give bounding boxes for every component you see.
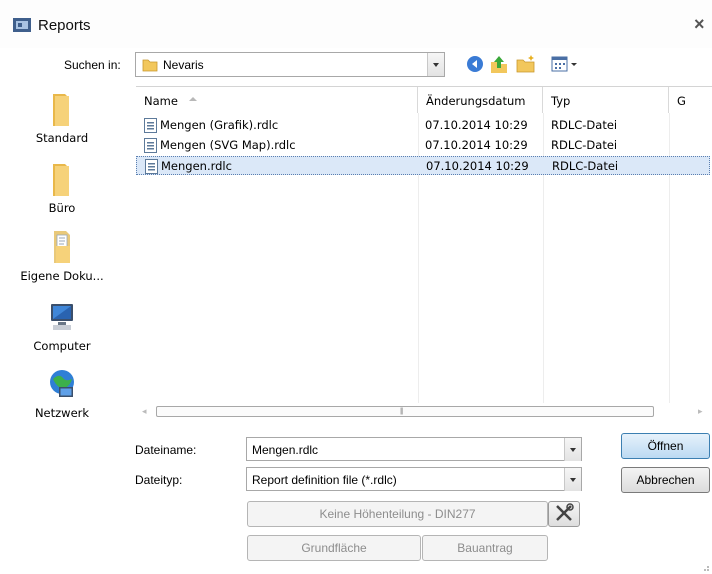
file-list[interactable]: Name Änderungsdatum Typ G Mengen (Grafik…	[136, 86, 712, 421]
new-folder-icon[interactable]	[515, 53, 537, 75]
place-label: Computer	[33, 339, 91, 353]
filetype-label: Dateityp:	[135, 473, 183, 487]
column-header-extra[interactable]: G	[669, 87, 712, 113]
cancel-button[interactable]: Abbrechen	[621, 467, 710, 493]
reports-window-icon	[13, 18, 31, 32]
file-row[interactable]: Mengen (SVG Map).rdlc 07.10.2014 10:29 R…	[136, 136, 710, 155]
place-label: Büro	[48, 201, 76, 215]
rdlc-file-icon	[145, 159, 158, 174]
file-type: RDLC-Datei	[551, 138, 618, 152]
column-date-label: Änderungsdatum	[426, 94, 526, 108]
place-label: Standard	[35, 131, 89, 145]
column-header-date[interactable]: Änderungsdatum	[418, 87, 543, 113]
documents-folder-icon	[54, 231, 70, 263]
rdlc-file-icon	[144, 138, 157, 153]
place-label: Eigene Doku...	[20, 269, 104, 283]
filetype-value: Report definition file (*.rdlc)	[252, 473, 397, 487]
views-menu-icon[interactable]	[548, 53, 584, 75]
scroll-grip-icon: |||	[400, 408, 404, 415]
scroll-left-icon[interactable]: ◂	[142, 406, 147, 417]
filename-value: Mengen.rdlc	[252, 443, 319, 457]
lookin-label: Suchen in:	[64, 58, 121, 72]
window-title: Reports	[38, 17, 91, 34]
places-bar: Standard Büro Eigene Doku... Computer Ne…	[0, 82, 136, 432]
file-type: RDLC-Datei	[552, 159, 619, 173]
horizontal-scrollbar[interactable]: ◂ ||| ▸	[136, 403, 712, 421]
scroll-right-icon[interactable]: ▸	[698, 406, 703, 417]
folder-icon	[53, 164, 69, 196]
column-type-label: Typ	[551, 94, 571, 108]
file-row-selected[interactable]: Mengen.rdlc 07.10.2014 10:29 RDLC-Datei	[136, 156, 710, 175]
title-bar: Reports ×	[0, 0, 712, 48]
file-type: RDLC-Datei	[551, 118, 618, 132]
filetype-combobox[interactable]: Report definition file (*.rdlc)	[246, 467, 582, 491]
place-standard[interactable]: Standard	[0, 88, 124, 145]
network-icon	[50, 370, 74, 397]
tools-icon	[556, 503, 574, 521]
place-buero[interactable]: Büro	[0, 158, 124, 215]
close-button[interactable]: ×	[694, 14, 712, 34]
lookin-dropdown-button[interactable]	[427, 53, 444, 76]
up-folder-icon[interactable]	[488, 53, 510, 75]
place-netzwerk[interactable]: Netzwerk	[0, 365, 124, 420]
tools-button[interactable]	[548, 501, 580, 527]
place-eigene-dokumente[interactable]: Eigene Doku...	[0, 226, 124, 283]
lookin-combobox[interactable]: Nevaris	[135, 52, 445, 77]
resize-grip-icon[interactable]	[700, 562, 710, 572]
column-name-label: Name	[144, 94, 178, 108]
hoehenteilung-button[interactable]: Keine Höhenteilung - DIN277	[247, 501, 548, 527]
folder-icon	[142, 59, 158, 72]
filetype-dropdown-button[interactable]	[564, 468, 581, 491]
filename-label: Dateiname:	[135, 443, 197, 457]
column-header-name[interactable]: Name	[136, 87, 418, 113]
back-icon[interactable]	[464, 53, 486, 75]
file-row[interactable]: Mengen (Grafik).rdlc 07.10.2014 10:29 RD…	[136, 116, 710, 135]
place-computer[interactable]: Computer	[0, 298, 124, 353]
column-extra-label: G	[677, 94, 686, 108]
column-header-type[interactable]: Typ	[543, 87, 669, 113]
sort-arrow-icon	[189, 97, 197, 101]
lookin-value: Nevaris	[163, 58, 204, 72]
rdlc-file-icon	[144, 118, 157, 133]
folder-icon	[53, 94, 69, 126]
filename-combobox[interactable]: Mengen.rdlc	[246, 437, 582, 461]
scrollbar-thumb[interactable]: |||	[156, 406, 654, 417]
file-date: 07.10.2014 10:29	[426, 159, 529, 173]
place-label: Netzwerk	[34, 406, 90, 420]
bauantrag-button[interactable]: Bauantrag	[422, 535, 548, 561]
file-name: Mengen (Grafik).rdlc	[160, 118, 279, 132]
file-name: Mengen.rdlc	[161, 159, 232, 173]
file-date: 07.10.2014 10:29	[425, 118, 528, 132]
computer-icon	[51, 304, 73, 330]
filename-dropdown-button[interactable]	[564, 438, 581, 461]
open-button[interactable]: Öffnen	[621, 433, 710, 459]
grundflaeche-button[interactable]: Grundfläche	[247, 535, 421, 561]
file-date: 07.10.2014 10:29	[425, 138, 528, 152]
file-name: Mengen (SVG Map).rdlc	[160, 138, 296, 152]
